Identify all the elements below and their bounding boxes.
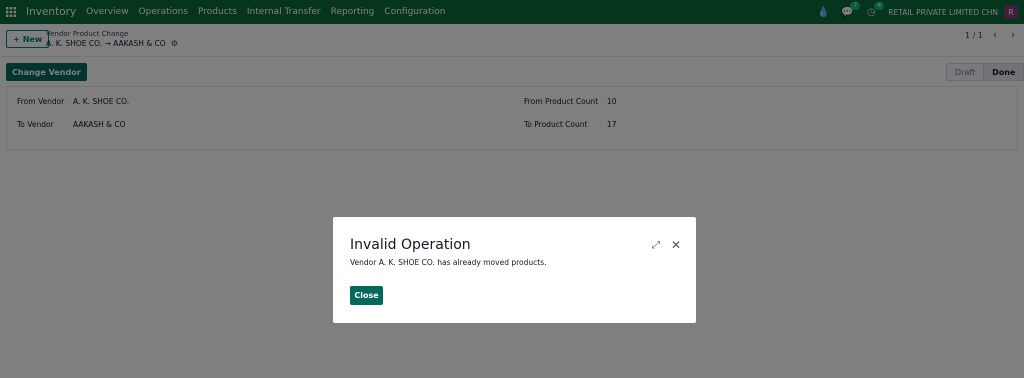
close-icon[interactable]: ✕ bbox=[670, 238, 682, 252]
dialog-title: Invalid Operation bbox=[350, 237, 471, 253]
error-dialog: Invalid Operation ⤢ ✕ Vendor A. K. SHOE … bbox=[333, 217, 696, 323]
expand-icon[interactable]: ⤢ bbox=[650, 239, 662, 251]
dialog-message: Vendor A. K. SHOE CO. has already moved … bbox=[350, 258, 547, 267]
close-button[interactable]: Close bbox=[350, 286, 383, 305]
